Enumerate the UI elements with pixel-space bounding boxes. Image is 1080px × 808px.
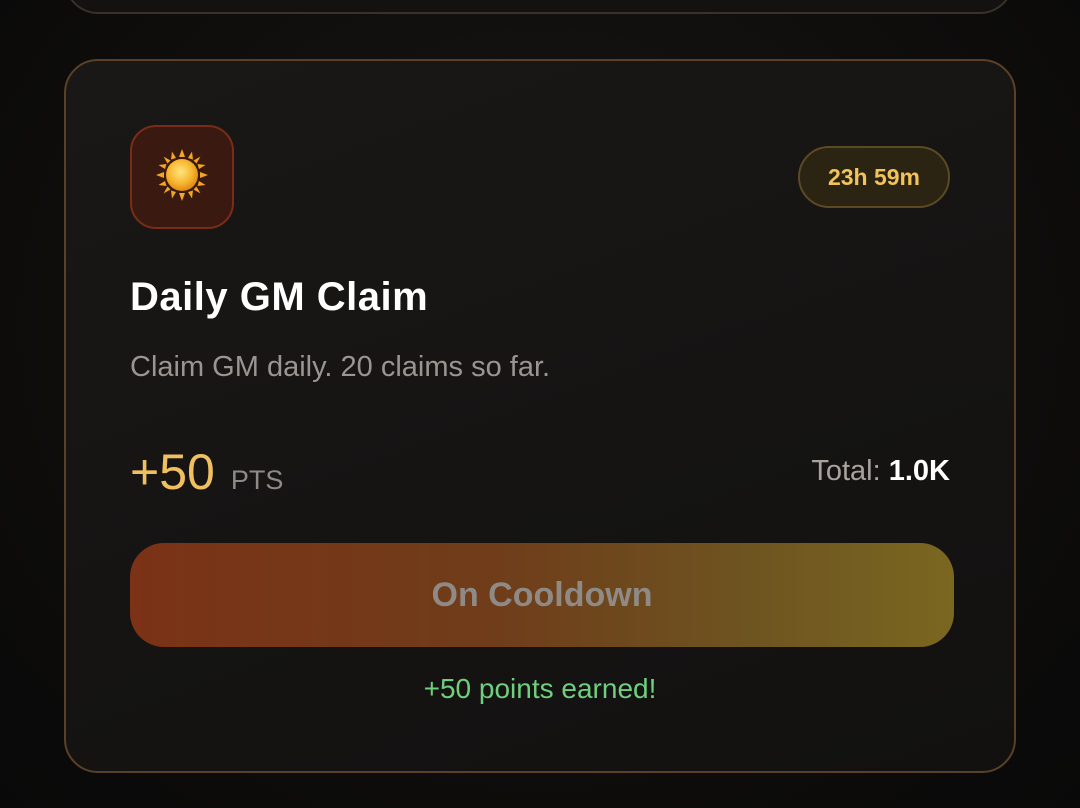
previous-task-card <box>64 0 1014 14</box>
task-card-daily-gm: 23h 59m Daily GM Claim Claim GM daily. 2… <box>64 59 1016 773</box>
cooldown-timer-badge: 23h 59m <box>797 146 950 208</box>
page: 23h 59m Daily GM Claim Claim GM daily. 2… <box>0 0 1080 808</box>
reward-unit: PTS <box>230 465 284 495</box>
sun-icon <box>155 148 209 206</box>
total-value: 1.0K <box>888 455 950 487</box>
task-icon-tile <box>130 125 234 229</box>
reward-value: +50 <box>130 444 215 500</box>
earned-message: +50 points earned! <box>423 673 657 704</box>
reward-points: +50 PTS <box>130 443 283 501</box>
cooldown-button[interactable]: On Cooldown <box>130 543 954 647</box>
total-label: Total: <box>811 455 881 487</box>
total-points: Total: 1.0K <box>811 455 950 488</box>
task-title: Daily GM Claim <box>130 275 429 319</box>
task-description: Claim GM daily. 20 claims so far. <box>130 351 551 383</box>
